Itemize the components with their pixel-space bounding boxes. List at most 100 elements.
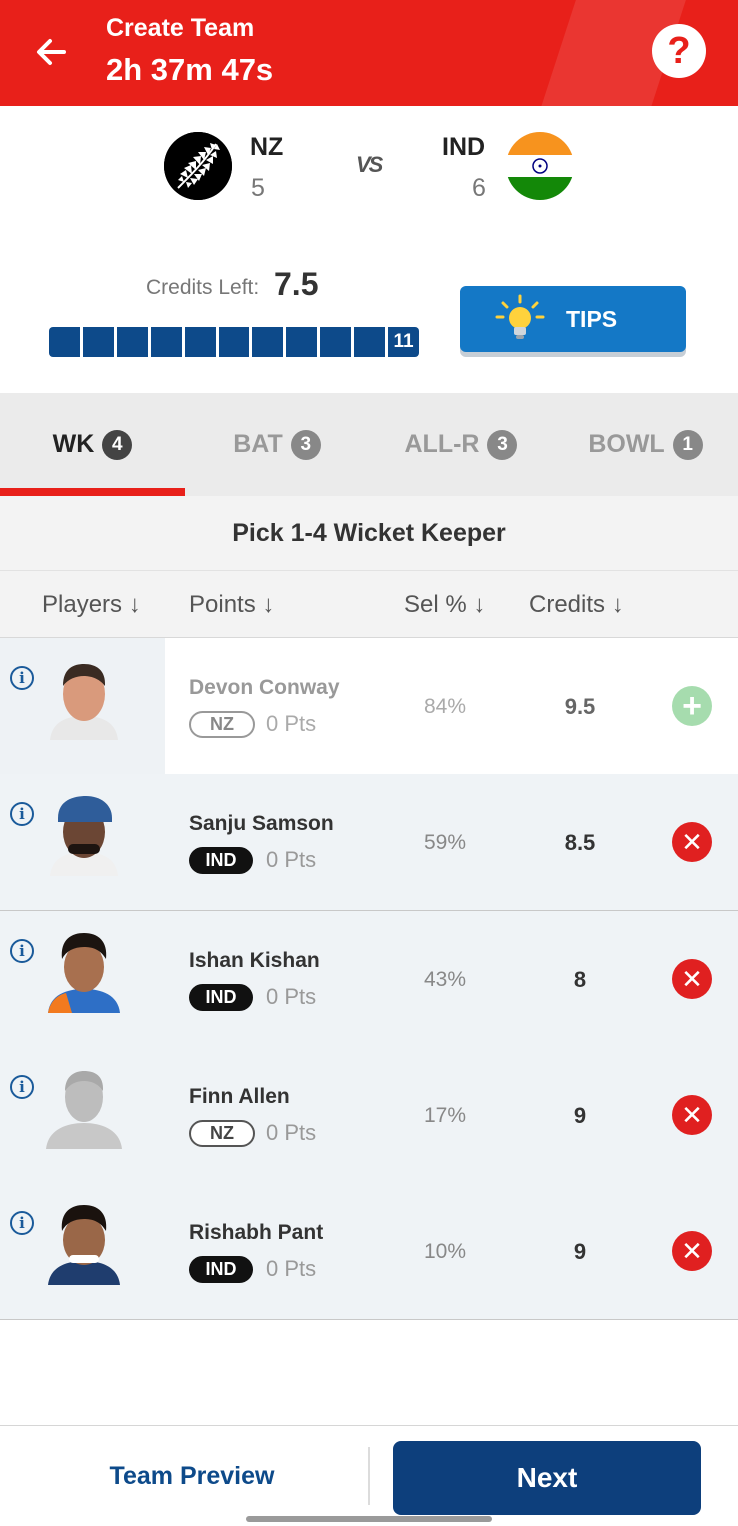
home-indicator xyxy=(246,1516,492,1522)
footer-divider xyxy=(368,1447,370,1505)
team-preview-button[interactable]: Team Preview xyxy=(80,1462,304,1491)
tab-all-rounder[interactable]: ALL-R 3 xyxy=(369,393,553,496)
sort-points-header[interactable]: Points ↓ xyxy=(189,591,274,619)
role-tabs: WK 4 BAT 3 ALL-R 3 BOWL 1 xyxy=(0,393,738,496)
player-name: Devon Conway xyxy=(189,676,340,699)
tab-label: ALL-R xyxy=(404,430,480,458)
placeholder-avatar xyxy=(46,1071,122,1149)
player-name: Sanju Samson xyxy=(189,812,334,835)
player-name: Rishabh Pant xyxy=(189,1221,324,1244)
lightbulb-icon xyxy=(495,294,545,339)
info-icon[interactable]: i xyxy=(10,666,34,690)
team-badge: IND xyxy=(189,1256,253,1283)
bottom-action-bar: Team Preview Next xyxy=(0,1425,738,1526)
info-icon[interactable]: i xyxy=(10,1075,34,1099)
nz-flag-icon xyxy=(164,132,232,200)
column-headers: Players ↓ Points ↓ Sel % ↓ Credits ↓ xyxy=(0,570,738,638)
tab-bat[interactable]: BAT 3 xyxy=(185,393,369,496)
tab-count-badge: 3 xyxy=(487,429,518,460)
player-avatar xyxy=(48,933,120,1013)
india-flag-icon xyxy=(506,132,574,200)
progress-segment xyxy=(82,327,114,357)
remove-player-close-icon[interactable]: ✕ xyxy=(672,822,712,862)
progress-segment xyxy=(116,327,148,357)
player-row[interactable]: i Rishabh Pant IND 0 Pts 10% 9 ✕ xyxy=(0,1183,738,1320)
progress-segment xyxy=(218,327,250,357)
team-badge: NZ xyxy=(189,711,255,738)
progress-segment xyxy=(320,327,352,357)
team2-code: IND xyxy=(442,133,486,161)
page-title: Create Team xyxy=(106,14,255,42)
player-credits: 9 xyxy=(573,1103,587,1128)
selection-progress-bar: 11 xyxy=(49,327,419,357)
player-avatar xyxy=(50,796,118,876)
add-player-plus-icon[interactable]: + xyxy=(672,686,712,726)
team-badge: IND xyxy=(189,847,253,874)
player-points: 0 Pts xyxy=(266,1120,317,1145)
selection-percent: 10% xyxy=(423,1240,467,1263)
remove-player-close-icon[interactable]: ✕ xyxy=(672,959,712,999)
tab-label: WK xyxy=(52,430,95,458)
pick-instruction: Pick 1-4 Wicket Keeper xyxy=(0,496,738,570)
sort-selection-header[interactable]: Sel % ↓ xyxy=(404,591,485,619)
remove-player-close-icon[interactable]: ✕ xyxy=(672,1231,712,1271)
player-credits: 8.5 xyxy=(564,830,596,855)
team-badge: IND xyxy=(189,984,253,1011)
team-badge: NZ xyxy=(189,1120,255,1147)
next-button[interactable]: Next xyxy=(393,1441,701,1515)
player-points: 0 Pts xyxy=(266,847,317,872)
team1-player-count: 5 xyxy=(251,174,265,202)
countdown-timer: 2h 37m 47s xyxy=(106,52,274,87)
tips-label: TIPS xyxy=(566,305,618,332)
player-name: Finn Allen xyxy=(189,1085,290,1108)
versus-label: VS xyxy=(356,152,383,177)
selection-percent: 59% xyxy=(423,831,467,854)
tab-wk[interactable]: WK 4 xyxy=(0,393,185,496)
info-icon[interactable]: i xyxy=(10,1211,34,1235)
sort-credits-header[interactable]: Credits ↓ xyxy=(529,591,624,619)
selection-percent: 17% xyxy=(423,1104,467,1127)
tab-label: BAT xyxy=(233,430,283,458)
active-tab-indicator xyxy=(0,488,185,496)
tab-count-badge: 1 xyxy=(672,429,703,460)
tab-label: BOWL xyxy=(588,430,665,458)
info-icon[interactable]: i xyxy=(10,939,34,963)
progress-segment xyxy=(354,327,386,357)
back-arrow-icon[interactable] xyxy=(30,30,74,74)
progress-segment xyxy=(49,327,80,357)
player-credits: 8 xyxy=(573,967,587,992)
progress-segment xyxy=(252,327,284,357)
player-points: 0 Pts xyxy=(266,711,317,736)
remove-player-close-icon[interactable]: ✕ xyxy=(672,1095,712,1135)
player-credits: 9 xyxy=(573,1239,587,1264)
info-icon[interactable]: i xyxy=(10,802,34,826)
selection-percent: 43% xyxy=(423,968,467,991)
player-credits: 9.5 xyxy=(564,694,596,719)
progress-segment xyxy=(150,327,182,357)
credits-left-label: Credits Left: xyxy=(146,276,260,299)
credits-left-value: 7.5 xyxy=(274,266,319,302)
app-header: Create Team 2h 37m 47s ? xyxy=(0,0,738,106)
player-row[interactable]: i Ishan Kishan IND 0 Pts 43% 8 ✕ xyxy=(0,911,738,1048)
progress-count: 11 xyxy=(388,327,419,357)
sort-players-header[interactable]: Players ↓ xyxy=(42,591,141,619)
selection-percent: 84% xyxy=(423,695,467,718)
tab-bowl[interactable]: BOWL 1 xyxy=(553,393,738,496)
player-points: 0 Pts xyxy=(266,1256,317,1281)
player-name: Ishan Kishan xyxy=(189,949,320,972)
tab-count-badge: 3 xyxy=(290,429,321,460)
help-button[interactable]: ? xyxy=(652,24,706,78)
tips-button[interactable]: TIPS xyxy=(460,286,686,352)
team2-player-count: 6 xyxy=(472,174,486,202)
player-row[interactable]: i Finn Allen NZ 0 Pts 17% 9 ✕ xyxy=(0,1047,738,1184)
progress-segment xyxy=(286,327,318,357)
player-avatar xyxy=(48,1205,120,1285)
team1-code: NZ xyxy=(250,133,284,161)
player-points: 0 Pts xyxy=(266,984,317,1009)
player-avatar xyxy=(50,664,118,740)
progress-segment xyxy=(184,327,216,357)
question-icon: ? xyxy=(667,29,691,72)
tab-count-badge: 4 xyxy=(102,429,133,460)
player-row[interactable]: i Sanju Samson IND 0 Pts 59% 8.5 ✕ xyxy=(0,774,738,911)
player-row[interactable]: i Devon Conway NZ 0 Pts 84% 9.5 + xyxy=(0,638,738,775)
